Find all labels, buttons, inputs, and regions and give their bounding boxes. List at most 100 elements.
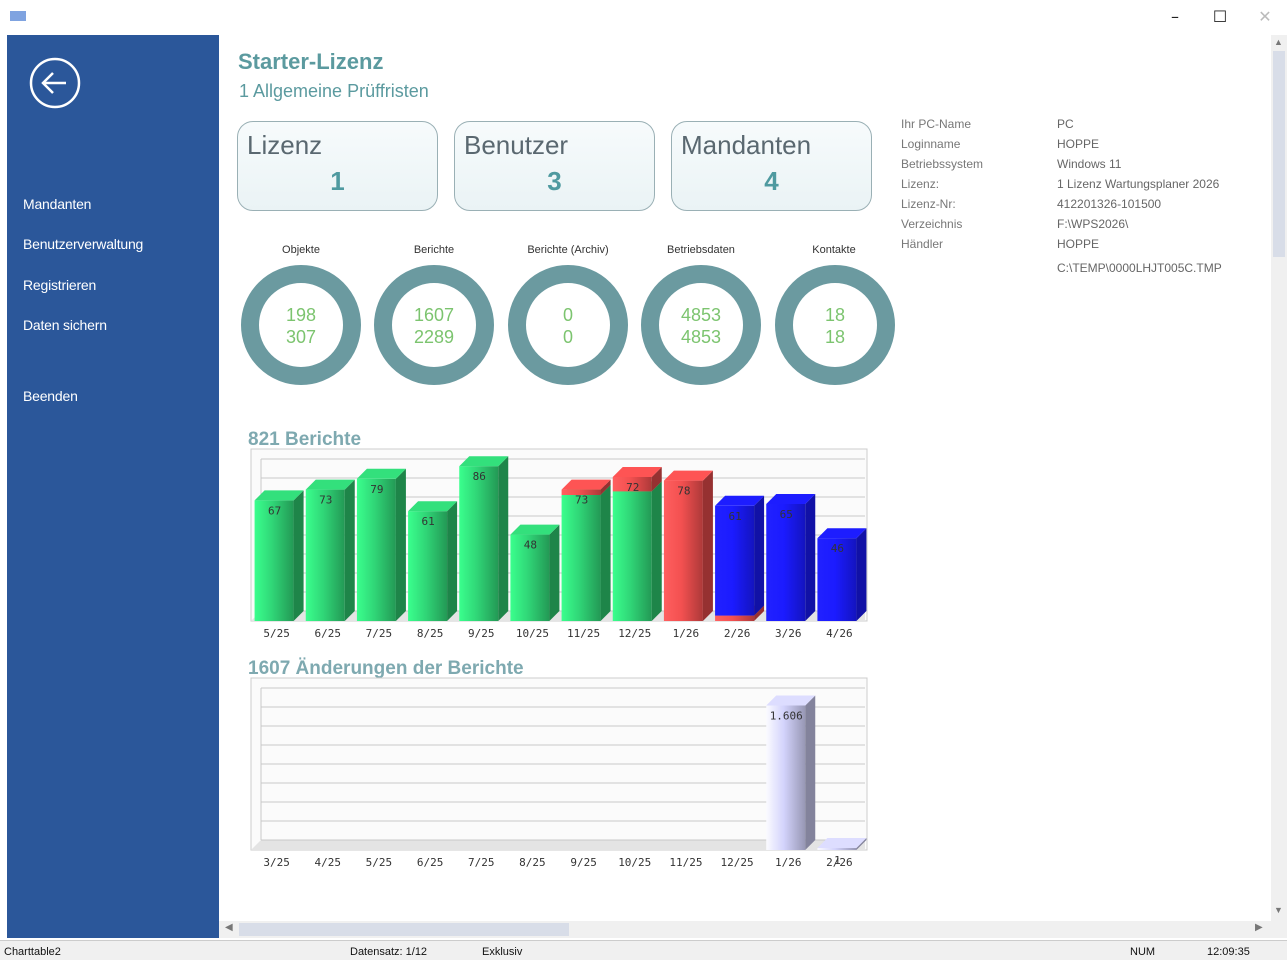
- minimize-button[interactable]: –: [1152, 4, 1198, 30]
- users-card: Benutzer 3: [454, 121, 655, 211]
- info-value-license-nr: 412201326-101500: [1057, 197, 1162, 211]
- ring-label-berichte: Berichte: [413, 244, 455, 256]
- bar-front: [254, 500, 294, 621]
- x-tick-label: 8/25: [519, 856, 546, 869]
- sidebar-item-mandanten[interactable]: Mandanten: [23, 196, 91, 212]
- info-label-pc-name: Ihr PC-Name: [901, 117, 972, 131]
- data-label: 61: [728, 510, 741, 523]
- info-label-license: Lizenz:: [901, 177, 940, 191]
- data-label: 73: [575, 494, 588, 507]
- status-mode: Exklusiv: [482, 946, 523, 958]
- horizontal-scroll-thumb[interactable]: [239, 923, 569, 936]
- reports-bar-chart: 67 5/25 73 6/25 79 7/25 61 8/25 86 9/25 48 10/25 73 1…: [250, 448, 868, 640]
- sidebar-item-registrieren[interactable]: Registrieren: [23, 277, 96, 293]
- maximize-button[interactable]: ☐: [1197, 4, 1243, 30]
- sidebar-item-benutzerverwaltung[interactable]: Benutzerverwaltung: [23, 236, 143, 252]
- ring-berichte: 1607 2289: [374, 265, 494, 385]
- sidebar-item-beenden[interactable]: Beenden: [23, 388, 78, 404]
- info-value-login: HOPPE: [1057, 137, 1100, 151]
- info-label-directory: Verzeichnis: [901, 217, 963, 231]
- ring-value-top: 0: [562, 305, 573, 325]
- close-button[interactable]: ✕: [1242, 4, 1287, 30]
- ring-label-berichte-archiv: Berichte (Archiv): [527, 244, 609, 256]
- data-label: 78: [677, 485, 690, 498]
- ring-label-objekte: Objekte: [282, 244, 320, 256]
- horizontal-scrollbar[interactable]: ◀ ▶: [219, 921, 1271, 938]
- bar-side: [447, 501, 458, 621]
- info-value-os: Windows 11: [1057, 157, 1122, 171]
- scroll-up-icon[interactable]: ▲: [1274, 37, 1284, 47]
- vertical-scroll-thumb[interactable]: [1273, 51, 1285, 257]
- x-tick-label: 1/26: [775, 856, 802, 869]
- data-label: 86: [473, 470, 486, 483]
- card-value: 3: [547, 166, 562, 196]
- bar-side: [805, 695, 816, 850]
- ring-kontakte: 18 18: [775, 265, 895, 385]
- card-label: Mandanten: [681, 130, 812, 160]
- x-tick-label: 12/25: [618, 627, 651, 640]
- scroll-left-icon[interactable]: ◀: [225, 922, 233, 933]
- status-form-name: Charttable2: [4, 946, 61, 958]
- x-tick-label: 12/25: [721, 856, 754, 869]
- ring-value-top: 1607: [413, 305, 455, 325]
- status-num: NUM: [1130, 946, 1156, 958]
- x-tick-label: 10/25: [516, 627, 549, 640]
- status-bar: Charttable2 Datensatz: 1/12 Exklusiv NUM…: [0, 940, 1287, 960]
- back-arrow-icon[interactable]: [29, 57, 81, 109]
- scroll-down-icon[interactable]: ▼: [1274, 905, 1284, 915]
- ring-betriebsdaten: 4853 4853: [641, 265, 761, 385]
- bar-front: [817, 848, 857, 850]
- status-time: 12:09:35: [1207, 946, 1250, 958]
- x-tick-label: 1/26: [673, 627, 700, 640]
- x-tick-label: 8/25: [417, 627, 444, 640]
- data-label: 46: [831, 542, 844, 555]
- bar-front: [459, 466, 499, 621]
- bar-front: [305, 489, 345, 621]
- page-title: Starter-Lizenz: [238, 49, 384, 74]
- bar-front: [561, 495, 601, 621]
- ring-value-bottom: 0: [562, 327, 573, 347]
- card-label: Benutzer: [464, 130, 569, 160]
- info-value-license: 1 Lizenz Wartungsplaner 2026: [1057, 177, 1220, 191]
- ring-value-top: 198: [285, 305, 317, 325]
- status-record: Datensatz: 1/12: [350, 946, 428, 958]
- bar-side: [702, 470, 713, 621]
- changes-bar-chart: 3/25 4/25 5/25 6/25 7/25 8/25 9/25 10/25 11/25 12…: [250, 677, 868, 869]
- bar-side: [805, 494, 816, 621]
- data-label: 65: [780, 508, 793, 521]
- x-tick-label: 5/25: [263, 627, 290, 640]
- bar-side: [293, 490, 304, 621]
- x-tick-label: 5/25: [366, 856, 393, 869]
- license-card: Lizenz 1: [237, 121, 438, 211]
- data-label: 73: [319, 494, 332, 507]
- ring-value-top: 18: [824, 305, 846, 325]
- x-tick-label: 9/25: [468, 627, 495, 640]
- data-label: 79: [370, 483, 383, 496]
- bar-front: [612, 491, 652, 621]
- sidebar: Mandanten Benutzerverwaltung Registriere…: [7, 35, 219, 938]
- x-tick-label: 7/25: [468, 856, 495, 869]
- main-panel: Starter-Lizenz 1 Allgemeine Prüffristen …: [219, 35, 1271, 938]
- bar-side: [600, 485, 611, 621]
- x-tick-label: 6/25: [315, 627, 342, 640]
- data-label: 61: [421, 515, 434, 528]
- page-subtitle: 1 Allgemeine Prüffristen: [239, 81, 429, 101]
- bar-front: [766, 705, 806, 850]
- bar-front: [663, 480, 703, 621]
- ring-objekte: 198 307: [241, 265, 361, 385]
- info-value-temp-file: C:\TEMP\0000LHJT005C.TMP: [1057, 261, 1222, 275]
- bar-front: [715, 615, 755, 621]
- x-tick-label: 3/25: [263, 856, 290, 869]
- ring-value-bottom: 307: [285, 327, 317, 347]
- scroll-right-icon[interactable]: ▶: [1255, 922, 1263, 933]
- x-tick-label: 11/25: [567, 627, 600, 640]
- data-label: 72: [626, 481, 639, 494]
- ring-label-kontakte: Kontakte: [812, 244, 856, 256]
- bar-side: [856, 528, 867, 621]
- card-value: 4: [764, 166, 779, 196]
- title-bar: – ☐ ✕: [0, 0, 1287, 34]
- vertical-scrollbar[interactable]: ▲ ▼: [1271, 35, 1287, 938]
- info-value-dealer: HOPPE: [1057, 237, 1100, 251]
- sidebar-item-daten-sichern[interactable]: Daten sichern: [23, 317, 107, 333]
- x-tick-label: 2/26: [724, 627, 751, 640]
